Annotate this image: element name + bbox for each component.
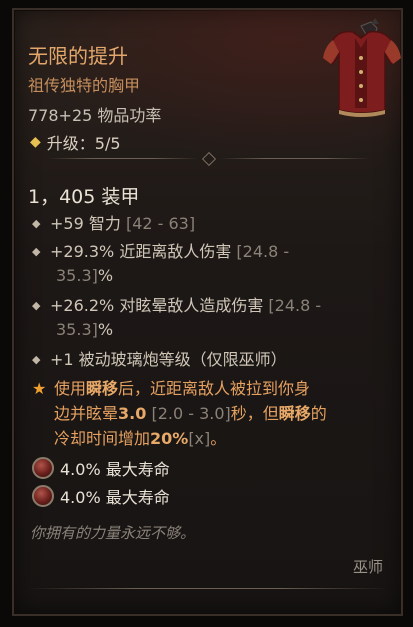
affix-range-cont: 35.3] [56, 266, 98, 285]
affix-range: [24.8 - [268, 296, 322, 315]
item-power: 778+25 物品功率 [28, 106, 162, 125]
class-requirement: 巫师 [352, 558, 383, 576]
unique-highlight: 20% [150, 429, 189, 448]
upgrade-level: ◆ 升级：5/5 [30, 130, 121, 154]
flavor-text: 你拥有的力量永远不够。 [30, 524, 196, 542]
item-type: 祖传独特的胸甲 [28, 76, 141, 95]
divider-bottom [28, 584, 388, 594]
upgrade-text: 升级：5/5 [46, 134, 121, 153]
unique-range: [x] [188, 429, 211, 448]
affix-bullet-icon: ◆ [32, 245, 41, 258]
socket-gem-1: 4.0% 最大寿命 [32, 456, 170, 480]
affix-range-cont: 35.3] [56, 320, 98, 339]
affix-range: [42 - 63] [125, 214, 196, 233]
affix-glass-cannon: ◆ +1 被动玻璃炮等级（仅限巫师） [32, 348, 287, 372]
chest-armor-icon [323, 18, 401, 117]
affix-value: +26.2% 对眩晕敌人造成伤害 [50, 296, 269, 315]
socket-gem-2: 4.0% 最大寿命 [32, 484, 170, 508]
ruby-gem-icon [32, 457, 54, 479]
ruby-gem-icon [32, 485, 54, 507]
unique-text: 使用 [54, 379, 87, 398]
affix-bullet-icon: ◆ [32, 217, 41, 230]
socket-text: 4.0% 最大寿命 [60, 460, 170, 479]
unique-power: ★ 使用瞬移后，近距离敌人被拉到你身 边并眩晕3.0 [2.0 - 3.0]秒，但… [32, 376, 392, 451]
unique-highlight: 瞬移 [86, 379, 119, 398]
upgrade-diamond-icon: ◆ [30, 134, 41, 150]
affix-intelligence: ◆ +59 智力 [42 - 63] [32, 212, 195, 236]
affix-close-damage: ◆ +29.3% 近距离敌人伤害 [24.8 - 35.3]% [32, 240, 289, 288]
unique-star-icon: ★ [32, 379, 47, 398]
unique-range: [2.0 - 3.0] [146, 404, 231, 423]
affix-stun-damage: ◆ +26.2% 对眩晕敌人造成伤害 [24.8 - 35.3]% [32, 294, 321, 342]
affix-value: +59 智力 [50, 214, 126, 233]
divider-top [28, 151, 388, 167]
unique-highlight: 瞬移 [278, 404, 311, 423]
unique-highlight: 3.0 [118, 404, 147, 423]
socket-text: 4.0% 最大寿命 [60, 488, 170, 507]
unique-text: 的 [310, 404, 327, 423]
affix-suffix: % [97, 320, 114, 339]
armor-value: 1，405 装甲 [28, 186, 140, 208]
affix-value: +1 被动玻璃炮等级（仅限巫师） [50, 350, 287, 369]
item-name: 无限的提升 [28, 44, 128, 68]
affix-bullet-icon: ◆ [32, 299, 41, 312]
affix-value: +29.3% 近距离敌人伤害 [50, 242, 237, 261]
affix-bullet-icon: ◆ [32, 353, 41, 366]
unique-text: 冷却时间增加 [54, 429, 151, 448]
item-tooltip: 无限的提升 祖传独特的胸甲 778+25 物品功率 ◆ 升级：5/5 1，405… [12, 8, 403, 616]
unique-text: 。 [210, 429, 227, 448]
unique-text: 边并眩晕 [54, 404, 119, 423]
affix-suffix: % [97, 266, 114, 285]
unique-text: 后，近距离敌人被拉到你身 [118, 379, 311, 398]
affix-range: [24.8 - [236, 242, 290, 261]
unique-text: 秒，但 [230, 404, 279, 423]
